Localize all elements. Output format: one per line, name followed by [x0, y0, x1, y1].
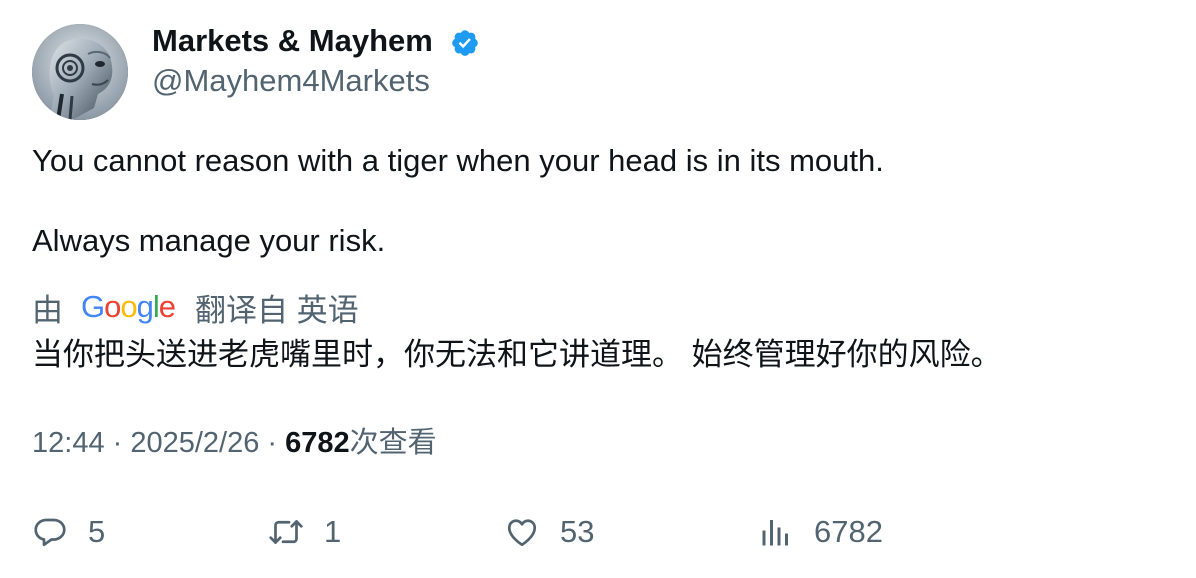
- meta-separator: ·: [259, 427, 286, 459]
- translated-from-label: 翻译自 英语: [195, 292, 359, 328]
- reply-count: 5: [88, 514, 106, 549]
- google-logo: Google: [81, 289, 176, 324]
- retweet-button[interactable]: 1: [268, 510, 341, 554]
- heart-icon: [507, 519, 537, 547]
- translated-by-label: 由: [32, 292, 63, 328]
- avatar[interactable]: [32, 24, 128, 120]
- tweet-date[interactable]: 2025/2/26: [130, 427, 259, 459]
- tweet-meta: 12:44 · 2025/2/26 · 6782次查看: [32, 423, 437, 463]
- retweet-count: 1: [324, 514, 342, 549]
- translation-attribution[interactable]: 由 Google 翻译自 英语: [32, 287, 359, 328]
- display-name[interactable]: Markets & Mayhem: [152, 22, 433, 60]
- like-count: 53: [560, 514, 595, 549]
- translated-text: 当你把头送进老虎嘴里时，你无法和它讲道理。 始终管理好你的风险。: [32, 337, 1002, 372]
- meta-separator: ·: [104, 427, 131, 459]
- like-button[interactable]: 53: [504, 510, 594, 554]
- reply-button[interactable]: 5: [32, 510, 105, 554]
- analytics-icon: [762, 520, 788, 546]
- tweet-text-line-1: You cannot reason with a tiger when your…: [32, 143, 884, 178]
- robot-avatar-icon: [32, 24, 128, 120]
- tweet-text-line-2: Always manage your risk.: [32, 223, 386, 258]
- reply-icon: [34, 518, 66, 547]
- verified-badge-icon: [452, 30, 478, 56]
- user-handle[interactable]: @Mayhem4Markets: [152, 62, 430, 100]
- views-action-count: 6782: [814, 514, 883, 549]
- tweet-time[interactable]: 12:44: [32, 427, 105, 459]
- views-button[interactable]: 6782: [758, 510, 883, 554]
- tweet-card: Markets & Mayhem @Mayhem4Markets You can…: [0, 0, 1196, 578]
- views-count: 6782: [285, 427, 350, 459]
- views-label: 次查看: [349, 427, 437, 459]
- retweet-icon: [269, 520, 303, 544]
